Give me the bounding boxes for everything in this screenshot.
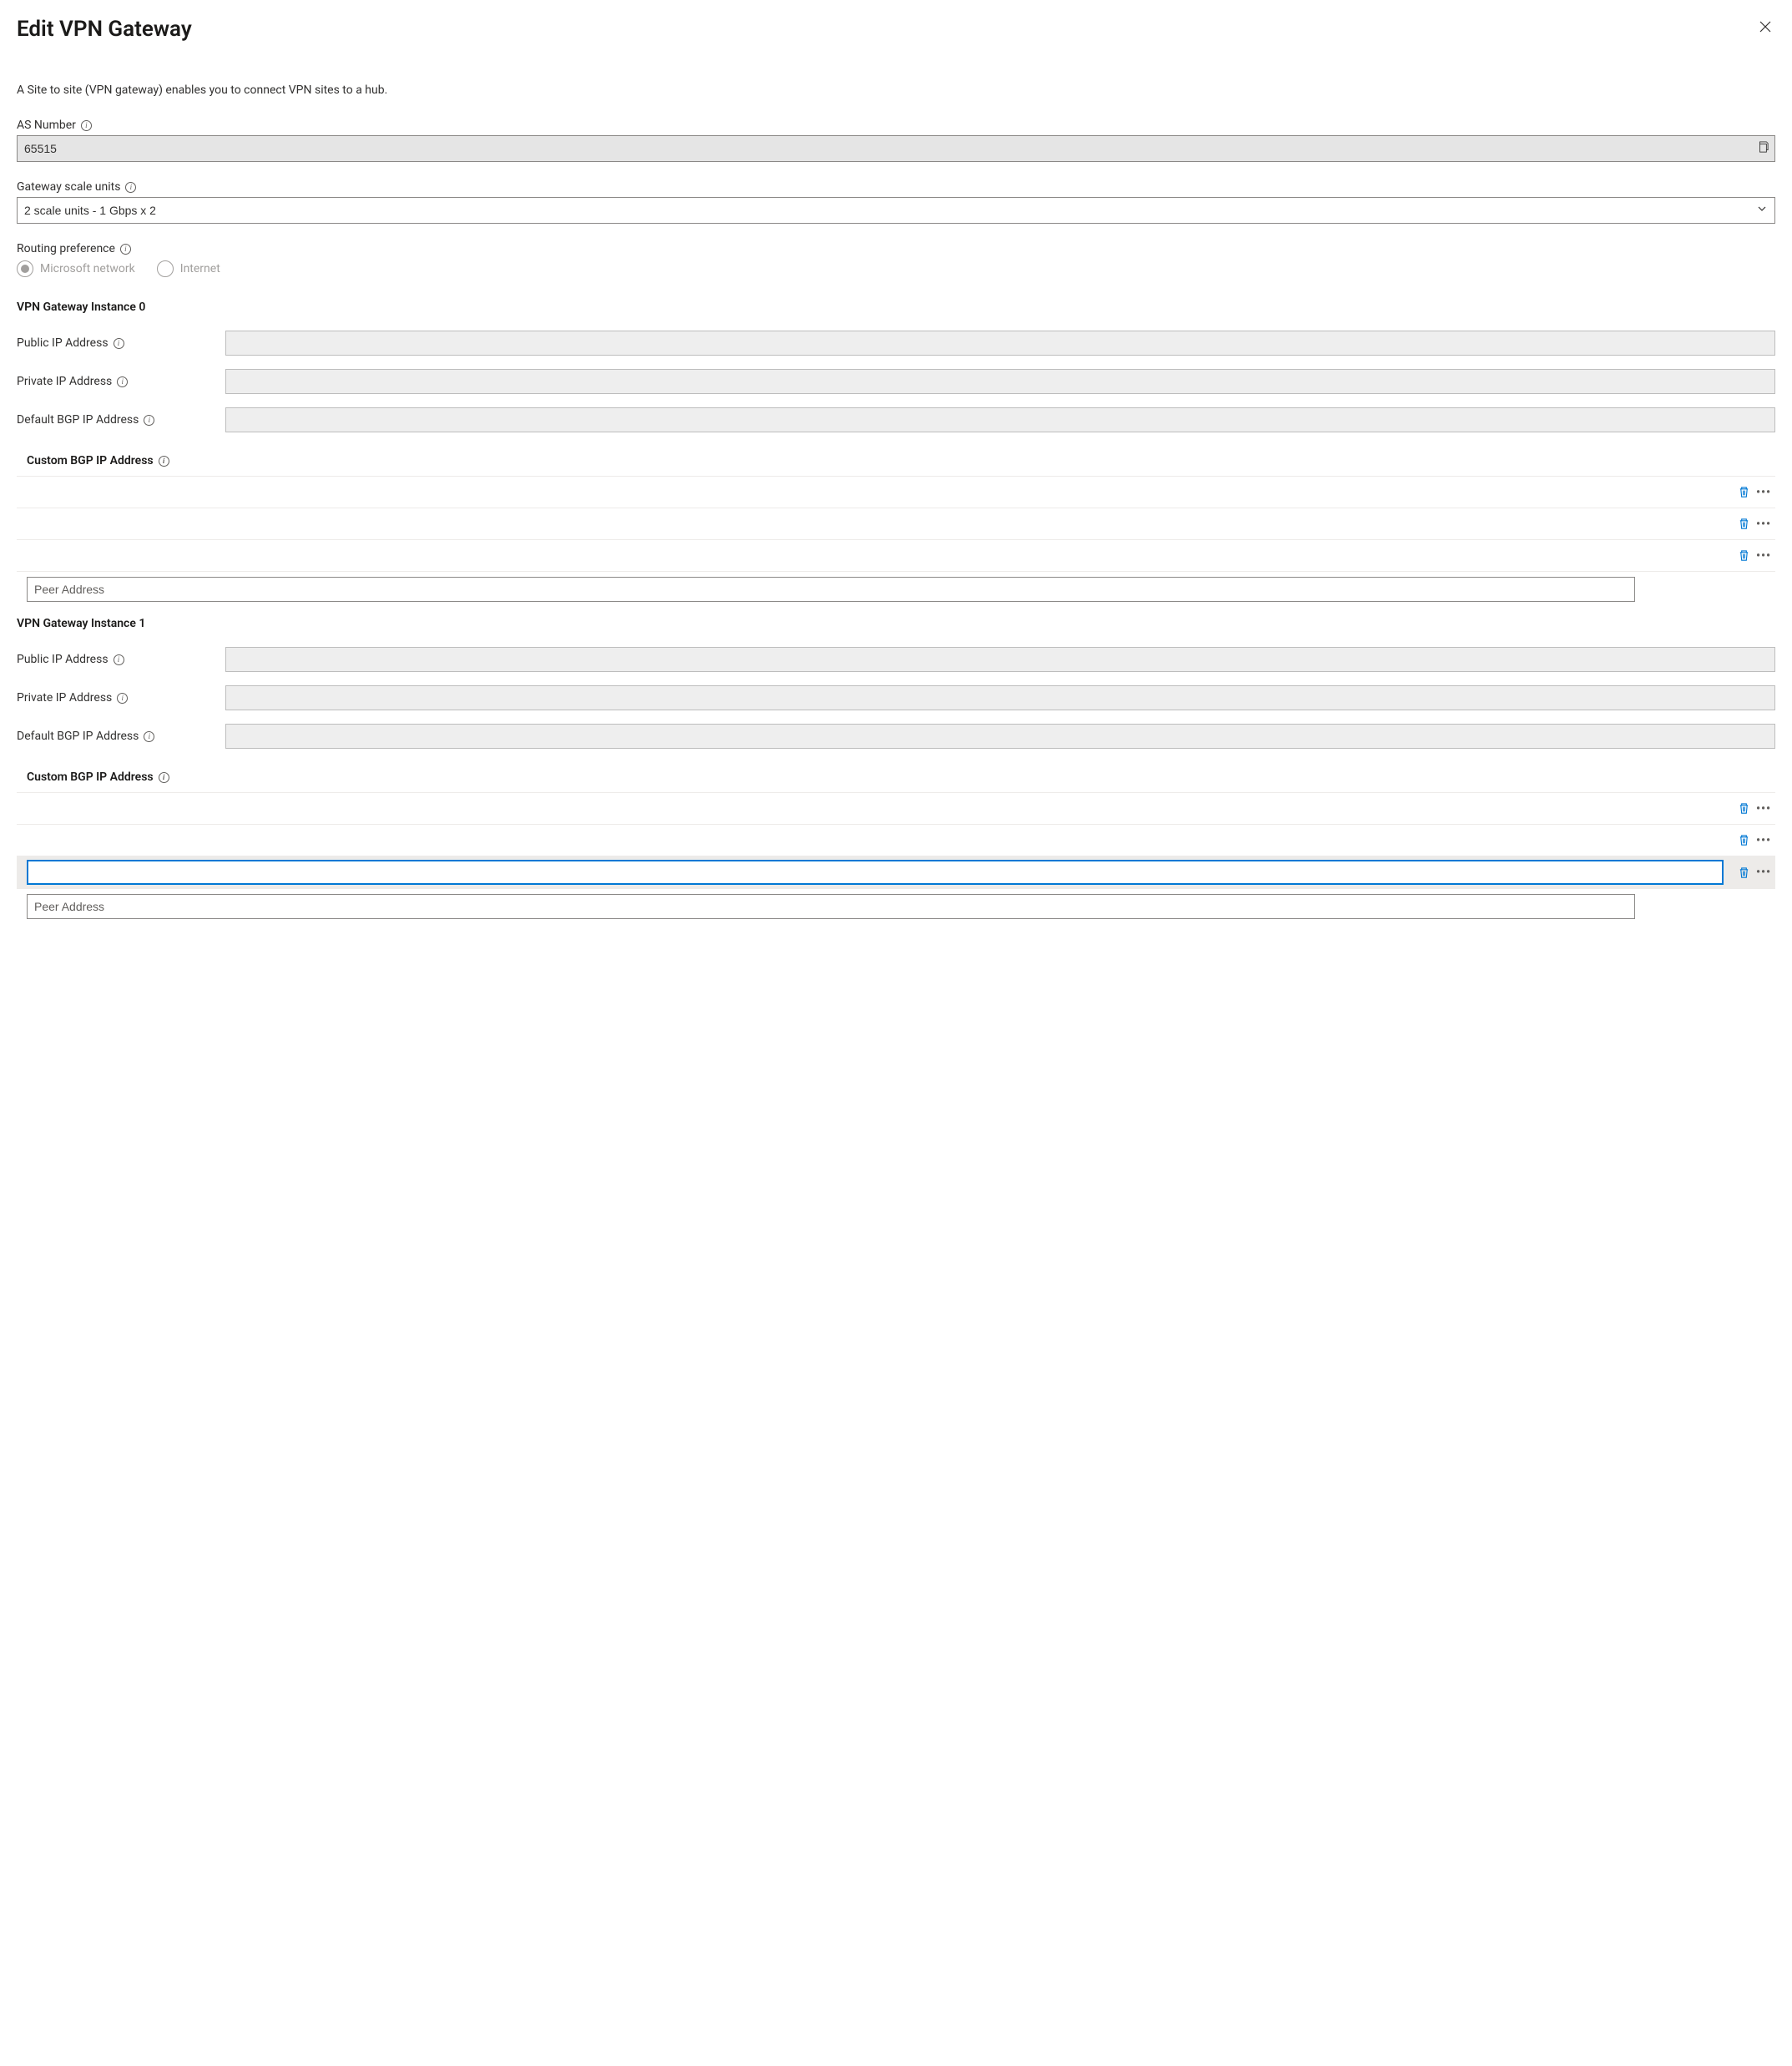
close-button[interactable] bbox=[1755, 17, 1775, 39]
custom-bgp-header-0: Custom BGP IP Address i bbox=[17, 446, 1775, 477]
more-icon[interactable]: ••• bbox=[1755, 481, 1772, 504]
custom-bgp-row: ••• bbox=[17, 793, 1775, 825]
radio-checked-icon bbox=[17, 260, 33, 277]
info-icon[interactable]: i bbox=[117, 376, 128, 387]
radio-unchecked-icon bbox=[157, 260, 174, 277]
private-ip-label-0: Private IP Address i bbox=[17, 375, 225, 388]
as-number-field bbox=[17, 135, 1775, 162]
trash-icon[interactable] bbox=[1735, 544, 1752, 568]
private-ip-field-0 bbox=[225, 369, 1775, 394]
info-icon[interactable]: i bbox=[117, 693, 128, 704]
more-icon[interactable]: ••• bbox=[1755, 513, 1772, 536]
info-icon[interactable]: i bbox=[125, 182, 136, 193]
more-icon[interactable]: ••• bbox=[1755, 797, 1772, 821]
custom-bgp-header-1: Custom BGP IP Address i bbox=[17, 762, 1775, 793]
more-icon[interactable]: ••• bbox=[1755, 861, 1772, 884]
custom-bgp-input[interactable] bbox=[27, 860, 1724, 885]
default-bgp-label-0: Default BGP IP Address i bbox=[17, 413, 225, 427]
public-ip-label-1: Public IP Address i bbox=[17, 653, 225, 666]
peer-address-input-0[interactable] bbox=[27, 577, 1635, 602]
page-title: Edit VPN Gateway bbox=[17, 17, 192, 42]
radio-microsoft-network[interactable]: Microsoft network bbox=[17, 260, 135, 277]
custom-bgp-row: ••• bbox=[17, 825, 1775, 856]
radio-internet[interactable]: Internet bbox=[157, 260, 220, 277]
private-ip-field-1 bbox=[225, 685, 1775, 710]
routing-pref-label: Routing preference i bbox=[17, 242, 1775, 255]
trash-icon[interactable] bbox=[1735, 797, 1752, 821]
public-ip-field-1 bbox=[225, 647, 1775, 672]
copy-icon[interactable] bbox=[1757, 141, 1769, 156]
scale-units-select[interactable]: 2 scale units - 1 Gbps x 2 bbox=[17, 197, 1775, 224]
trash-icon[interactable] bbox=[1735, 513, 1752, 536]
private-ip-label-1: Private IP Address i bbox=[17, 691, 225, 705]
info-icon[interactable]: i bbox=[114, 654, 124, 665]
custom-bgp-row-active: ••• bbox=[17, 856, 1775, 889]
info-icon[interactable]: i bbox=[159, 772, 169, 783]
trash-icon[interactable] bbox=[1735, 481, 1752, 504]
default-bgp-field-0 bbox=[225, 407, 1775, 432]
peer-address-input-1[interactable] bbox=[27, 894, 1635, 919]
info-icon[interactable]: i bbox=[114, 338, 124, 349]
trash-icon[interactable] bbox=[1735, 861, 1752, 884]
description-text: A Site to site (VPN gateway) enables you… bbox=[17, 83, 1775, 97]
info-icon[interactable]: i bbox=[159, 456, 169, 467]
custom-bgp-row: ••• bbox=[17, 477, 1775, 508]
info-icon[interactable]: i bbox=[144, 731, 154, 742]
info-icon[interactable]: i bbox=[144, 415, 154, 426]
routing-pref-radios: Microsoft network Internet bbox=[17, 260, 1775, 277]
default-bgp-field-1 bbox=[225, 724, 1775, 749]
more-icon[interactable]: ••• bbox=[1755, 544, 1772, 568]
public-ip-label-0: Public IP Address i bbox=[17, 336, 225, 350]
default-bgp-label-1: Default BGP IP Address i bbox=[17, 730, 225, 743]
info-icon[interactable]: i bbox=[81, 120, 92, 131]
as-number-label: AS Number i bbox=[17, 119, 1775, 132]
scale-units-label: Gateway scale units i bbox=[17, 180, 1775, 194]
more-icon[interactable]: ••• bbox=[1755, 829, 1772, 852]
close-icon bbox=[1759, 23, 1772, 36]
trash-icon[interactable] bbox=[1735, 829, 1752, 852]
custom-bgp-row: ••• bbox=[17, 540, 1775, 572]
instance-0-heading: VPN Gateway Instance 0 bbox=[17, 301, 1775, 314]
custom-bgp-row: ••• bbox=[17, 508, 1775, 540]
info-icon[interactable]: i bbox=[120, 244, 131, 255]
public-ip-field-0 bbox=[225, 331, 1775, 356]
instance-1-heading: VPN Gateway Instance 1 bbox=[17, 617, 1775, 630]
